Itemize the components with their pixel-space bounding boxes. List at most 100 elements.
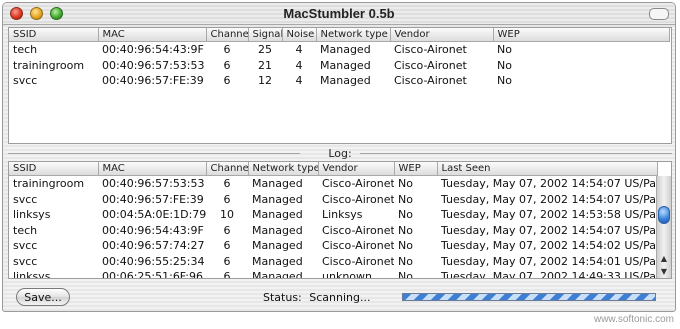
column-header-ssid[interactable]: SSID <box>9 28 99 42</box>
networks-header-row: SSID MAC Channel Signal Noise Network ty… <box>9 28 670 42</box>
cell-mac: 00:40:96:55:25:34 <box>102 254 205 268</box>
cell-mac: 00:40:96:57:53:53 <box>102 177 205 191</box>
scroll-down-arrow-icon[interactable]: ▼ <box>657 266 671 278</box>
log-header-row: SSID MAC Channel Network type Vendor WEP… <box>9 162 658 176</box>
table-row[interactable]: svcc 00:40:96:57:74:27 6 Managed Cisco-A… <box>9 238 657 254</box>
table-row[interactable]: linksys 00:04:5A:0E:1D:79 10 Managed Lin… <box>9 207 657 223</box>
cell-last-seen: Tuesday, May 07, 2002 14:54:02 US/Pacifi… <box>441 239 657 253</box>
column-header-last-seen[interactable]: Last Seen <box>437 162 658 176</box>
cell-ssid: linksys <box>13 208 51 222</box>
save-button[interactable]: Save... <box>16 288 70 306</box>
cell-ssid: linksys <box>13 270 51 279</box>
cell-wep: No <box>497 43 512 57</box>
cell-noise: 4 <box>295 58 303 72</box>
log-divider[interactable]: Log: <box>8 147 672 160</box>
column-header-network-type[interactable]: Network type <box>316 28 391 42</box>
cell-mac: 00:04:5A:0E:1D:79 <box>102 208 206 222</box>
column-header-channel[interactable]: Channel <box>206 162 249 176</box>
cell-channel: 6 <box>223 177 231 191</box>
window-title: MacStumbler 0.5b <box>283 6 395 21</box>
cell-vendor: Cisco-Aironet <box>394 74 467 88</box>
cell-wep: No <box>497 58 512 72</box>
cell-ssid: tech <box>13 223 38 237</box>
cell-channel: 10 <box>220 208 234 222</box>
toolbar-toggle-icon[interactable] <box>649 8 669 20</box>
cell-vendor: Cisco-Aironet <box>322 177 394 191</box>
cell-network-type: Managed <box>252 270 303 279</box>
cell-wep: No <box>398 239 413 253</box>
table-row[interactable]: tech 00:40:96:54:43:9F 6 Managed Cisco-A… <box>9 223 657 239</box>
table-row[interactable]: svcc 00:40:96:57:FE:39 6 Managed Cisco-A… <box>9 192 657 208</box>
column-header-wep[interactable]: WEP <box>394 162 438 176</box>
watermark: www.softonic.com <box>593 314 674 325</box>
column-header-network-type[interactable]: Network type <box>248 162 319 176</box>
cell-mac: 00:40:96:54:43:9F <box>102 223 204 237</box>
cell-vendor: Cisco-Aironet <box>322 223 394 237</box>
cell-vendor: Cisco-Aironet <box>322 254 394 268</box>
column-header-wep[interactable]: WEP <box>493 28 670 42</box>
cell-mac: 00:06:25:51:6F:96 <box>102 270 203 279</box>
log-scrollbar[interactable]: ▲ ▼ <box>656 176 671 278</box>
cell-last-seen: Tuesday, May 07, 2002 14:49:33 US/Pacifi… <box>441 270 657 279</box>
column-header-signal[interactable]: Signal <box>248 28 283 42</box>
cell-ssid: svcc <box>13 192 38 206</box>
cell-network-type: Managed <box>252 177 303 191</box>
column-header-mac[interactable]: MAC <box>98 162 207 176</box>
cell-wep: No <box>398 192 413 206</box>
column-header-vendor[interactable]: Vendor <box>390 28 494 42</box>
table-row[interactable]: trainingroom 00:40:96:57:53:53 6 21 4 Ma… <box>9 58 669 74</box>
table-row[interactable]: svcc 00:40:96:57:FE:39 6 12 4 Managed Ci… <box>9 73 669 89</box>
cell-mac: 00:40:96:54:43:9F <box>102 43 204 57</box>
column-header-ssid[interactable]: SSID <box>9 162 99 176</box>
cell-wep: No <box>398 223 413 237</box>
cell-ssid: trainingroom <box>13 58 85 72</box>
cell-vendor: Cisco-Aironet <box>322 192 394 206</box>
cell-channel: 6 <box>223 58 231 72</box>
table-row[interactable]: trainingroom 00:40:96:57:53:53 6 Managed… <box>9 176 657 192</box>
cell-network-type: Managed <box>252 208 303 222</box>
column-header-channel[interactable]: Channel <box>206 28 249 42</box>
cell-vendor: Cisco-Aironet <box>394 43 467 57</box>
cell-noise: 4 <box>295 43 303 57</box>
cell-wep: No <box>398 177 413 191</box>
column-header-noise[interactable]: Noise <box>282 28 317 42</box>
table-row[interactable]: svcc 00:40:96:55:25:34 6 Managed Cisco-A… <box>9 254 657 270</box>
scroll-up-arrow-icon[interactable]: ▲ <box>657 253 671 265</box>
column-header-mac[interactable]: MAC <box>98 28 207 42</box>
status-value: Scanning... <box>309 291 371 304</box>
cell-last-seen: Tuesday, May 07, 2002 14:54:01 US/Pacifi… <box>441 254 657 268</box>
table-row[interactable]: linksys 00:06:25:51:6F:96 6 Managed unkn… <box>9 269 657 279</box>
cell-signal: 21 <box>258 58 272 72</box>
cell-channel: 6 <box>223 192 231 206</box>
title-bar[interactable]: MacStumbler 0.5b <box>3 3 675 25</box>
cell-mac: 00:40:96:57:FE:39 <box>102 192 204 206</box>
cell-last-seen: Tuesday, May 07, 2002 14:54:07 US/Pacifi… <box>441 192 657 206</box>
cell-wep: No <box>398 208 413 222</box>
cell-signal: 25 <box>258 43 272 57</box>
cell-vendor: Linksys <box>322 208 363 222</box>
cell-network-type: Managed <box>320 43 371 57</box>
cell-network-type: Managed <box>252 254 303 268</box>
cell-channel: 6 <box>223 270 231 279</box>
cell-ssid: tech <box>13 43 38 57</box>
cell-mac: 00:40:96:57:FE:39 <box>102 74 204 88</box>
cell-vendor: unknown <box>322 270 372 279</box>
cell-last-seen: Tuesday, May 07, 2002 14:53:58 US/Pacifi… <box>441 208 657 222</box>
cell-network-type: Managed <box>252 223 303 237</box>
cell-channel: 6 <box>223 239 231 253</box>
scroll-thumb[interactable] <box>658 206 670 224</box>
log-pane: SSID MAC Channel Network type Vendor WEP… <box>8 161 672 279</box>
cell-channel: 6 <box>223 74 231 88</box>
table-row[interactable]: tech 00:40:96:54:43:9F 6 25 4 Managed Ci… <box>9 42 669 58</box>
cell-mac: 00:40:96:57:74:27 <box>102 239 205 253</box>
cell-ssid: trainingroom <box>13 177 85 191</box>
status-area: Status: Scanning... <box>263 291 374 304</box>
cell-wep: No <box>398 254 413 268</box>
column-header-vendor[interactable]: Vendor <box>318 162 395 176</box>
cell-noise: 4 <box>295 74 303 88</box>
cell-wep: No <box>497 74 512 88</box>
cell-vendor: Cisco-Aironet <box>322 239 394 253</box>
cell-network-type: Managed <box>320 74 371 88</box>
networks-table: SSID MAC Channel Signal Noise Network ty… <box>9 28 670 89</box>
cell-channel: 6 <box>223 223 231 237</box>
